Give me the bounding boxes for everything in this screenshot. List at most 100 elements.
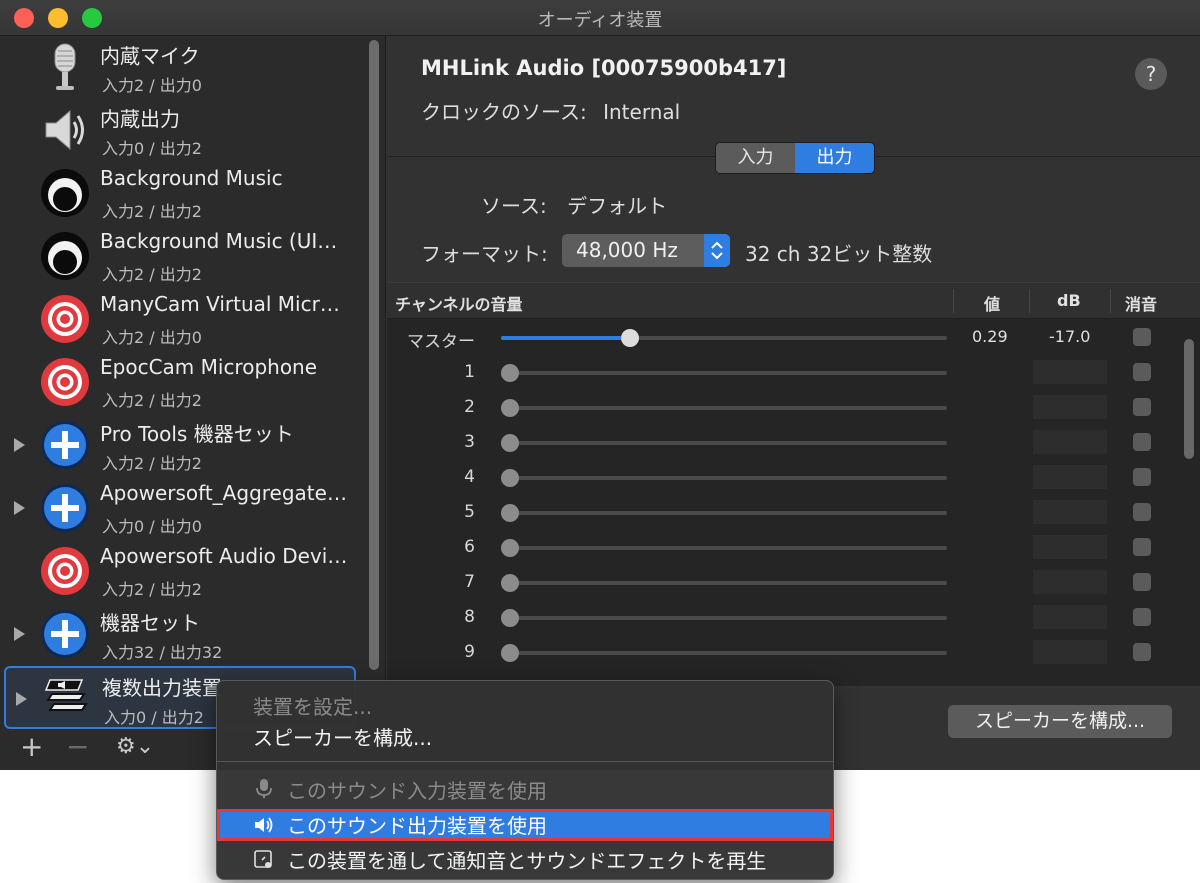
- volume-slider[interactable]: [501, 469, 947, 487]
- io-segmented-control: 入力 出力: [715, 142, 875, 174]
- device-list-item[interactable]: 内蔵出力 入力0 / 出力2: [4, 99, 356, 162]
- volume-value: 0.29: [972, 327, 1008, 346]
- volume-slider-knob[interactable]: [501, 644, 519, 662]
- disclosure-triangle-icon[interactable]: [14, 438, 25, 452]
- device-list-item[interactable]: Apowersoft_Aggregate… 入力0 / 出力0: [4, 477, 356, 540]
- clock-source-value[interactable]: Internal: [603, 100, 680, 124]
- source-row: ソース: デフォルト: [481, 190, 667, 219]
- background-music-icon: [40, 168, 90, 218]
- menu-item-play-alerts[interactable]: この装置を通して通知音とサウンドエフェクトを再生: [287, 845, 766, 874]
- gear-menu-button[interactable]: ⚙︎⌄: [116, 732, 154, 762]
- mute-checkbox[interactable]: [1133, 643, 1151, 661]
- plus-icon: [40, 483, 90, 533]
- device-list-item[interactable]: 機器セット 入力32 / 出力32: [4, 603, 356, 666]
- volume-slider-knob[interactable]: [501, 539, 519, 557]
- device-list-item[interactable]: Apowersoft Audio Devi… 入力2 / 出力2: [4, 540, 356, 603]
- mute-checkbox[interactable]: [1133, 433, 1151, 451]
- help-button[interactable]: ?: [1135, 58, 1167, 90]
- mute-checkbox[interactable]: [1133, 608, 1151, 626]
- device-list-item[interactable]: EpocCam Microphone 入力2 / 出力2: [4, 351, 356, 414]
- plus-icon: [40, 420, 90, 470]
- add-device-button[interactable]: +: [20, 732, 43, 762]
- format-select[interactable]: 48,000 Hz: [562, 234, 730, 267]
- device-name: Apowersoft Audio Devi…: [100, 544, 348, 568]
- clock-source-row: クロックのソース: Internal: [421, 96, 680, 125]
- mute-checkbox[interactable]: [1133, 398, 1151, 416]
- header-channel-volume[interactable]: チャンネルの音量: [395, 291, 523, 315]
- header-value[interactable]: 値: [984, 291, 1000, 315]
- channel-row: 4: [387, 461, 1167, 496]
- volume-slider[interactable]: [501, 364, 947, 382]
- disclosure-triangle-icon[interactable]: [16, 692, 27, 706]
- menu-item-configure-device[interactable]: 装置を設定...: [253, 691, 372, 720]
- volume-slider-knob[interactable]: [501, 504, 519, 522]
- volume-slider-knob[interactable]: [501, 469, 519, 487]
- menu-item-use-input[interactable]: このサウンド入力装置を使用: [287, 775, 547, 804]
- menu-item-use-output[interactable]: このサウンド出力装置を使用: [287, 810, 547, 839]
- device-list-item[interactable]: 内蔵マイク 入力2 / 出力0: [4, 36, 356, 99]
- clock-source-label: クロックのソース:: [421, 100, 587, 124]
- device-io-count: 入力2 / 出力2: [102, 265, 202, 284]
- device-io-count: 入力0 / 出力2: [102, 139, 202, 158]
- channel-row: 5: [387, 496, 1167, 531]
- device-io-count: 入力0 / 出力0: [102, 517, 202, 536]
- channel-row: 6: [387, 531, 1167, 566]
- mute-checkbox[interactable]: [1133, 468, 1151, 486]
- header-db[interactable]: dB: [1057, 291, 1081, 310]
- volume-slider[interactable]: [501, 504, 947, 522]
- volume-db-field: [1033, 640, 1107, 664]
- mute-checkbox[interactable]: [1133, 363, 1151, 381]
- device-list-item[interactable]: Background Music (UI… 入力2 / 出力2: [4, 225, 356, 288]
- channel-label: 6: [464, 537, 475, 557]
- table-scrollbar[interactable]: [1184, 339, 1194, 459]
- volume-db-field: [1033, 360, 1107, 384]
- channel-row: 2: [387, 391, 1167, 426]
- mute-checkbox[interactable]: [1133, 503, 1151, 521]
- source-label: ソース:: [481, 194, 547, 218]
- volume-slider[interactable]: [501, 329, 947, 347]
- channel-row: 8: [387, 601, 1167, 636]
- mute-checkbox[interactable]: [1133, 328, 1151, 346]
- target-icon: [40, 546, 90, 596]
- device-name: ManyCam Virtual Micr…: [100, 292, 340, 316]
- tab-input[interactable]: 入力: [716, 143, 795, 173]
- volume-slider[interactable]: [501, 644, 947, 662]
- mute-checkbox[interactable]: [1133, 573, 1151, 591]
- sidebar-scrollbar[interactable]: [369, 40, 379, 670]
- plus-icon: [40, 609, 90, 659]
- channel-row: 3: [387, 426, 1167, 461]
- device-list-item[interactable]: ManyCam Virtual Micr… 入力2 / 出力0: [4, 288, 356, 351]
- volume-db-field: [1033, 430, 1107, 454]
- device-list: 内蔵マイク 入力2 / 出力0 内蔵出力 入力0 / 出力2 Background Mu…: [0, 36, 366, 732]
- mute-checkbox[interactable]: [1133, 538, 1151, 556]
- tab-output[interactable]: 出力: [795, 143, 874, 173]
- device-name: Pro Tools 機器セット: [100, 422, 294, 446]
- volume-slider[interactable]: [501, 399, 947, 417]
- volume-slider-knob[interactable]: [501, 574, 519, 592]
- target-icon: [40, 294, 90, 344]
- volume-db-field: [1033, 465, 1107, 489]
- device-list-item[interactable]: Background Music 入力2 / 出力2: [4, 162, 356, 225]
- volume-slider-knob[interactable]: [621, 329, 639, 347]
- volume-slider[interactable]: [501, 574, 947, 592]
- disclosure-triangle-icon[interactable]: [14, 627, 25, 641]
- volume-slider-knob[interactable]: [501, 399, 519, 417]
- menu-item-configure-speakers[interactable]: スピーカーを構成...: [253, 722, 432, 751]
- format-value: 48,000 Hz: [576, 238, 678, 262]
- background-music-icon: [40, 231, 90, 281]
- volume-slider-knob[interactable]: [501, 364, 519, 382]
- disclosure-triangle-icon[interactable]: [14, 501, 25, 515]
- remove-device-button[interactable]: −: [66, 732, 89, 762]
- volume-slider-knob[interactable]: [501, 434, 519, 452]
- device-name: 複数出力装置: [102, 676, 222, 700]
- volume-db: -17.0: [1049, 327, 1091, 346]
- device-name: Background Music: [100, 166, 283, 190]
- microphone-icon: [40, 42, 90, 92]
- volume-slider[interactable]: [501, 434, 947, 452]
- volume-slider-knob[interactable]: [501, 609, 519, 627]
- configure-speakers-button[interactable]: スピーカーを構成...: [948, 705, 1172, 738]
- volume-slider[interactable]: [501, 609, 947, 627]
- header-mute[interactable]: 消音: [1125, 291, 1157, 315]
- device-list-item[interactable]: Pro Tools 機器セット 入力2 / 出力2: [4, 414, 356, 477]
- volume-slider[interactable]: [501, 539, 947, 557]
